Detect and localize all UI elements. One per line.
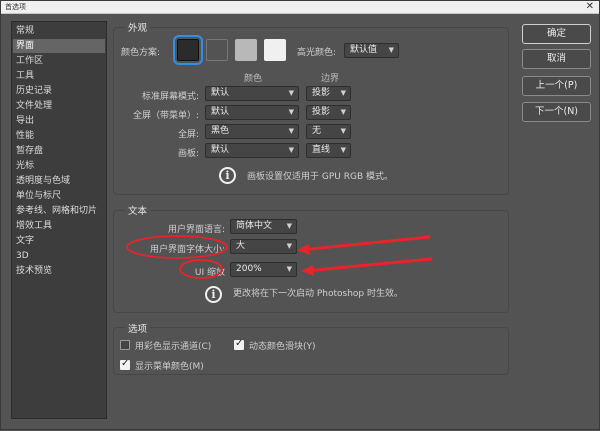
show-menu-colors-checkbox[interactable] xyxy=(120,358,130,370)
dynamic-color-sliders-checkbox[interactable] xyxy=(234,338,244,350)
chevron-down-icon: ▼ xyxy=(288,146,294,154)
sidebar-item-workspace[interactable]: 工作区 xyxy=(13,54,105,68)
fullscreen-label: 全屏: xyxy=(177,130,199,140)
sidebar-item-general[interactable]: 常规 xyxy=(13,24,105,38)
highlight-color-select[interactable]: 默认值 ▼ xyxy=(344,43,399,58)
sidebar-item-interface[interactable]: 界面 xyxy=(13,39,105,53)
ui-scale-label: UI 缩放 xyxy=(194,268,225,278)
ui-scale-value: 200% xyxy=(236,264,262,274)
next-button[interactable]: 下一个(N) xyxy=(522,102,591,122)
artboard-border-value: 直线 xyxy=(312,145,331,155)
column-header-border: 边界 xyxy=(321,74,340,84)
info-icon: i xyxy=(205,286,222,303)
ui-scale-select[interactable]: 200% ▼ xyxy=(230,262,297,277)
chevron-down-icon: ▼ xyxy=(288,108,294,116)
ui-font-size-select[interactable]: 大 ▼ xyxy=(230,239,297,254)
prev-button[interactable]: 上一个(P) xyxy=(522,76,591,96)
color-scheme-lightest[interactable] xyxy=(264,39,286,61)
column-header-color: 颜色 xyxy=(244,74,263,84)
standard-screen-border-select[interactable]: 投影 ▼ xyxy=(306,86,351,101)
info-icon: i xyxy=(219,167,236,184)
sidebar-item-history[interactable]: 历史记录 xyxy=(13,84,105,98)
sidebar-item-tech-preview[interactable]: 技术预览 xyxy=(13,264,105,278)
fullscreen-color-value: 黑色 xyxy=(211,126,230,136)
text-title: 文本 xyxy=(125,203,151,217)
ok-button[interactable]: 确定 xyxy=(522,24,591,44)
sidebar-item-guides[interactable]: 参考线、网格和切片 xyxy=(13,204,105,218)
fullscreen-menu-label: 全屏（带菜单）: xyxy=(132,111,199,121)
artboard-border-select[interactable]: 直线 ▼ xyxy=(306,143,351,158)
standard-screen-color-value: 默认 xyxy=(211,88,230,98)
close-icon[interactable]: ✕ xyxy=(586,1,594,13)
chevron-down-icon: ▼ xyxy=(340,89,346,97)
appearance-title: 外观 xyxy=(125,20,151,34)
standard-screen-label: 标准屏幕模式: xyxy=(141,92,199,102)
chevron-down-icon: ▼ xyxy=(340,146,346,154)
fullscreen-menu-color-value: 默认 xyxy=(211,107,230,117)
ui-language-label: 用户界面语言: xyxy=(167,225,225,235)
color-scheme-dark[interactable] xyxy=(206,39,228,61)
chevron-down-icon: ▼ xyxy=(288,89,294,97)
sidebar-item-scratch-disks[interactable]: 暂存盘 xyxy=(13,144,105,158)
dynamic-color-sliders-label[interactable]: 动态颜色滑块(Y) xyxy=(249,339,316,352)
fullscreen-border-value: 无 xyxy=(312,126,322,136)
title-bar: 首选项 ✕ xyxy=(1,1,599,14)
sidebar-item-export[interactable]: 导出 xyxy=(13,114,105,128)
chevron-down-icon: ▼ xyxy=(286,222,292,230)
cancel-button[interactable]: 取消 xyxy=(522,49,591,69)
highlight-color-value: 默认值 xyxy=(350,45,378,55)
sidebar-item-tools[interactable]: 工具 xyxy=(13,69,105,83)
artboard-info-text: 画板设置仅适用于 GPU RGB 模式。 xyxy=(247,172,393,182)
restart-info-text: 更改将在下一次启动 Photoshop 时生效。 xyxy=(233,289,404,299)
fullscreen-menu-color-select[interactable]: 默认 ▼ xyxy=(205,105,299,120)
show-channels-color-label[interactable]: 用彩色显示通道(C) xyxy=(135,339,211,352)
highlight-color-label: 高光颜色: xyxy=(297,48,337,58)
sidebar-item-3d[interactable]: 3D xyxy=(13,249,105,263)
artboard-color-select[interactable]: 默认 ▼ xyxy=(205,143,299,158)
window-title: 首选项 xyxy=(5,3,26,11)
fullscreen-border-select[interactable]: 无 ▼ xyxy=(306,124,351,139)
chevron-down-icon: ▼ xyxy=(288,127,294,135)
sidebar-item-file-handling[interactable]: 文件处理 xyxy=(13,99,105,113)
ui-font-size-value: 大 xyxy=(236,241,246,251)
chevron-down-icon: ▼ xyxy=(340,127,346,135)
sidebar-item-transparency[interactable]: 透明度与色域 xyxy=(13,174,105,188)
sidebar-item-type[interactable]: 文字 xyxy=(13,234,105,248)
sidebar-item-cursors[interactable]: 光标 xyxy=(13,159,105,173)
preferences-dialog: 首选项 ✕ 常规 界面 工作区 工具 历史记录 文件处理 导出 性能 暂存盘 光… xyxy=(0,0,600,430)
ui-font-size-label: 用户界面字体大小: xyxy=(149,245,225,255)
fullscreen-menu-border-select[interactable]: 投影 ▼ xyxy=(306,105,351,120)
chevron-down-icon: ▼ xyxy=(286,242,292,250)
color-scheme-label: 颜色方案: xyxy=(121,48,161,58)
artboard-color-value: 默认 xyxy=(211,145,230,155)
sidebar-item-performance[interactable]: 性能 xyxy=(13,129,105,143)
chevron-down-icon: ▼ xyxy=(388,46,394,54)
ui-language-value: 简体中文 xyxy=(236,221,273,231)
sidebar-item-plugins[interactable]: 增效工具 xyxy=(13,219,105,233)
chevron-down-icon: ▼ xyxy=(286,265,292,273)
options-title: 选项 xyxy=(125,321,151,335)
sidebar-item-units[interactable]: 单位与标尺 xyxy=(13,189,105,203)
standard-screen-border-value: 投影 xyxy=(312,88,331,98)
chevron-down-icon: ▼ xyxy=(340,108,346,116)
color-scheme-light[interactable] xyxy=(235,39,257,61)
color-scheme-darkest[interactable] xyxy=(173,35,203,65)
standard-screen-color-select[interactable]: 默认 ▼ xyxy=(205,86,299,101)
show-channels-color-checkbox[interactable] xyxy=(120,340,130,350)
category-list: 常规 界面 工作区 工具 历史记录 文件处理 导出 性能 暂存盘 光标 透明度与… xyxy=(11,21,107,419)
ui-language-select[interactable]: 简体中文 ▼ xyxy=(230,219,297,234)
show-menu-colors-label[interactable]: 显示菜单颜色(M) xyxy=(135,359,204,372)
fullscreen-color-select[interactable]: 黑色 ▼ xyxy=(205,124,299,139)
artboard-label: 画板: xyxy=(177,149,199,159)
fullscreen-menu-border-value: 投影 xyxy=(312,107,331,117)
